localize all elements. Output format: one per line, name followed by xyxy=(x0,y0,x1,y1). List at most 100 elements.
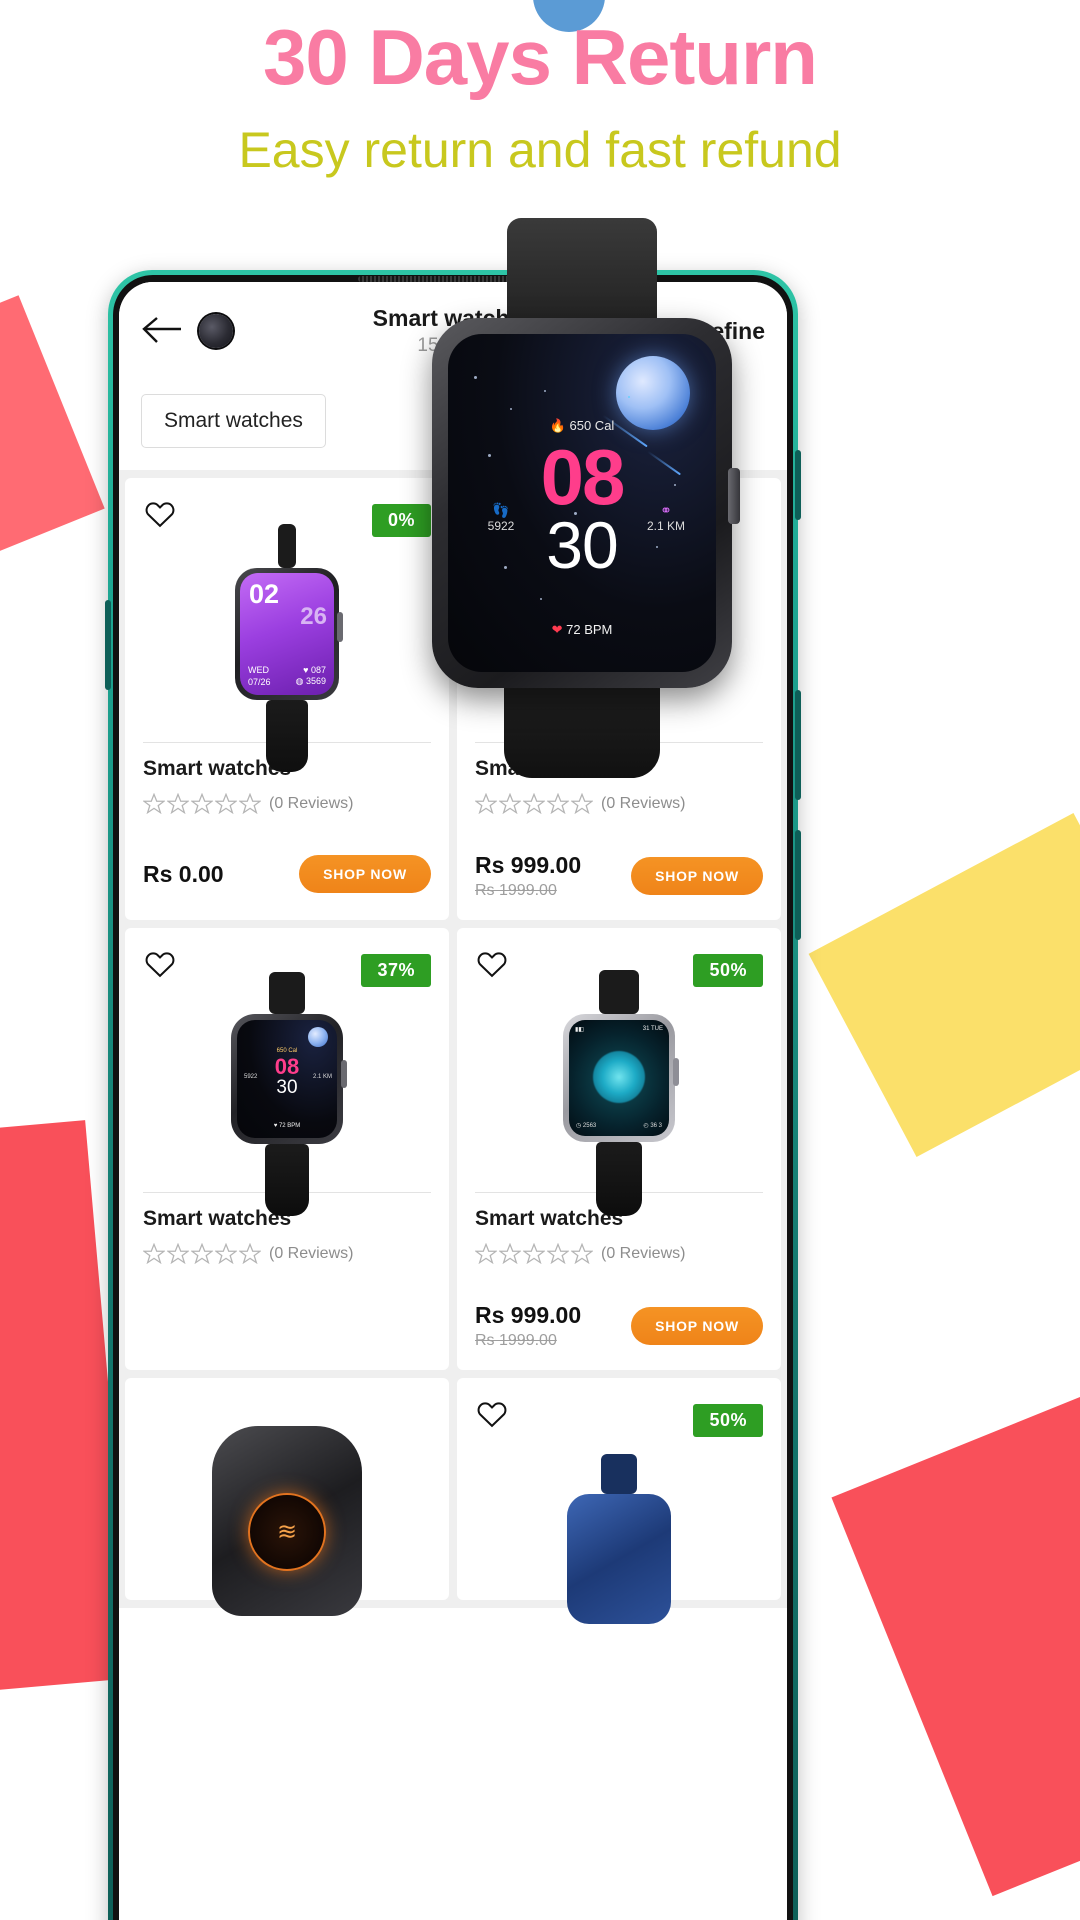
product-price: Rs 0.00 xyxy=(143,860,224,887)
star-icon xyxy=(167,793,189,814)
product-watch-image: ≋ xyxy=(212,1402,362,1616)
phone-side-button-top xyxy=(795,450,801,520)
watchface-date: 07/26 xyxy=(248,677,271,687)
star-icon xyxy=(475,1243,497,1264)
product-card[interactable]: 50% ▮◧ 31 TUE ◷ 2563 ◴ 36 3 Smart watche… xyxy=(457,928,781,1370)
product-watch-image xyxy=(567,1402,671,1624)
watchface-hour: 02 xyxy=(249,579,280,609)
hero-calories: 650 Cal xyxy=(569,418,615,433)
review-count: (0 Reviews) xyxy=(269,1244,354,1262)
star-icon xyxy=(215,793,237,814)
hero-steps: 5922 xyxy=(487,519,515,533)
product-image-area: ≋ xyxy=(143,1390,431,1616)
price-row: Rs 999.00 Rs 1999.00 SHOP NOW xyxy=(475,852,763,900)
shop-now-button[interactable]: SHOP NOW xyxy=(631,857,763,895)
hero-steps-block: 👣 5922 xyxy=(466,502,536,533)
wishlist-heart-icon[interactable] xyxy=(145,950,175,978)
product-price: Rs 999.00 xyxy=(475,1302,582,1328)
product-watch-image: 650 Cal 08 30 5922 2.1 KM ♥ 72 BPM xyxy=(231,952,347,1216)
star-rating[interactable] xyxy=(475,793,593,814)
star-icon xyxy=(571,793,593,814)
hero-calories-row: 🔥 650 Cal xyxy=(549,418,615,433)
watchface-steps: 2563 xyxy=(582,1123,597,1129)
price-block: Rs 0.00 xyxy=(143,861,224,888)
shop-now-button[interactable]: SHOP NOW xyxy=(631,1307,763,1345)
watchface-day: WED xyxy=(248,665,269,675)
star-icon xyxy=(499,793,521,814)
product-card[interactable]: 50% xyxy=(457,1378,781,1624)
watchface-minute: 26 xyxy=(300,603,327,630)
wishlist-heart-icon[interactable] xyxy=(477,950,507,978)
hero-watch-case: 🔥 650 Cal 08 30 👣 5922 ⚭ 2.1 KM ❤ 72 BPM xyxy=(432,318,740,688)
star-icon xyxy=(571,1243,593,1264)
watchface-minute: 30 xyxy=(276,1077,298,1098)
star-icon xyxy=(143,1243,165,1264)
discount-badge: 37% xyxy=(361,954,431,987)
decor-red-shape-right-bottom xyxy=(831,1373,1080,1897)
product-watch-image: 02 26 WED 07/26 ♥ 087 ◍ 3569 xyxy=(235,502,343,772)
review-count: (0 Reviews) xyxy=(601,794,686,812)
hero-bpm-row: ❤ 72 BPM xyxy=(551,622,613,637)
price-block: Rs 999.00 Rs 1999.00 xyxy=(475,1302,581,1350)
product-card[interactable]: 0% 02 26 WED 07/26 ♥ 087 ◍ 3569 Smart wa… xyxy=(125,478,449,920)
price-row: Rs 999.00 Rs 1999.00 SHOP NOW xyxy=(475,1302,763,1350)
star-icon xyxy=(523,1243,545,1264)
wishlist-heart-icon[interactable] xyxy=(477,1400,507,1428)
star-rating[interactable] xyxy=(143,793,261,814)
hero-bpm: 72 BPM xyxy=(566,622,613,637)
watchface-distance: 36 3 xyxy=(650,1123,662,1129)
decor-red-shape-left-top xyxy=(0,295,105,595)
shop-now-button[interactable]: SHOP NOW xyxy=(299,855,431,893)
rating-row: (0 Reviews) xyxy=(143,1243,431,1264)
watchface-date: 31 TUE xyxy=(642,1026,663,1032)
star-icon xyxy=(215,1243,237,1264)
hero-smartwatch-image: 🔥 650 Cal 08 30 👣 5922 ⚭ 2.1 KM ❤ 72 BPM xyxy=(432,218,740,778)
discount-badge: 0% xyxy=(371,504,431,537)
back-arrow-icon[interactable] xyxy=(141,316,183,346)
phone-side-button-low xyxy=(795,830,801,940)
product-old-price: Rs 1999.00 xyxy=(475,1332,557,1349)
product-watch-image: ▮◧ 31 TUE ◷ 2563 ◴ 36 3 xyxy=(563,952,679,1216)
product-card[interactable]: 37% 650 Cal 08 30 5922 2.1 KM ♥ 72 BPM S… xyxy=(125,928,449,1370)
rating-row: (0 Reviews) xyxy=(143,793,431,814)
star-icon xyxy=(547,793,569,814)
promo-banner-screenshot: 30 Days Return Easy return and fast refu… xyxy=(0,0,1080,1920)
star-icon xyxy=(523,793,545,814)
price-block: Rs 999.00 Rs 1999.00 xyxy=(475,852,581,900)
product-image-area: 0% 02 26 WED 07/26 ♥ 087 ◍ 3569 xyxy=(143,490,431,772)
star-icon xyxy=(547,1243,569,1264)
watchface-heart: 087 xyxy=(310,665,326,675)
star-rating[interactable] xyxy=(143,1243,261,1264)
star-icon xyxy=(143,793,165,814)
rating-row: (0 Reviews) xyxy=(475,793,763,814)
filter-chip-smart-watches[interactable]: Smart watches xyxy=(141,394,326,448)
wishlist-heart-icon[interactable] xyxy=(145,500,175,528)
discount-badge: 50% xyxy=(693,1404,763,1437)
hero-distance: 2.1 KM xyxy=(646,519,685,533)
watchface-calories: 3569 xyxy=(305,676,326,686)
hero-watch-crown xyxy=(728,468,740,524)
product-image-area: 50% xyxy=(475,1390,763,1624)
price-row: Rs 0.00 SHOP NOW xyxy=(143,852,431,896)
star-icon xyxy=(239,793,261,814)
product-image-area: 37% 650 Cal 08 30 5922 2.1 KM ♥ 72 BPM xyxy=(143,940,431,1216)
star-icon xyxy=(499,1243,521,1264)
phone-side-button-mid xyxy=(795,690,801,800)
hero-distance-block: ⚭ 2.1 KM xyxy=(628,502,704,533)
discount-badge: 50% xyxy=(693,954,763,987)
product-price: Rs 999.00 xyxy=(475,852,582,878)
product-image-area: 50% ▮◧ 31 TUE ◷ 2563 ◴ 36 3 xyxy=(475,940,763,1216)
star-icon xyxy=(191,1243,213,1264)
phone-side-button-left xyxy=(105,600,111,690)
star-icon xyxy=(191,793,213,814)
review-count: (0 Reviews) xyxy=(269,794,354,812)
watchface-bpm: 72 BPM xyxy=(278,1123,301,1129)
watchface-steps: 5922 xyxy=(244,1074,258,1080)
review-count: (0 Reviews) xyxy=(601,1244,686,1262)
star-icon xyxy=(475,793,497,814)
rating-row: (0 Reviews) xyxy=(475,1243,763,1264)
product-card[interactable]: ≋ xyxy=(125,1378,449,1616)
star-icon xyxy=(167,1243,189,1264)
star-icon xyxy=(239,1243,261,1264)
star-rating[interactable] xyxy=(475,1243,593,1264)
